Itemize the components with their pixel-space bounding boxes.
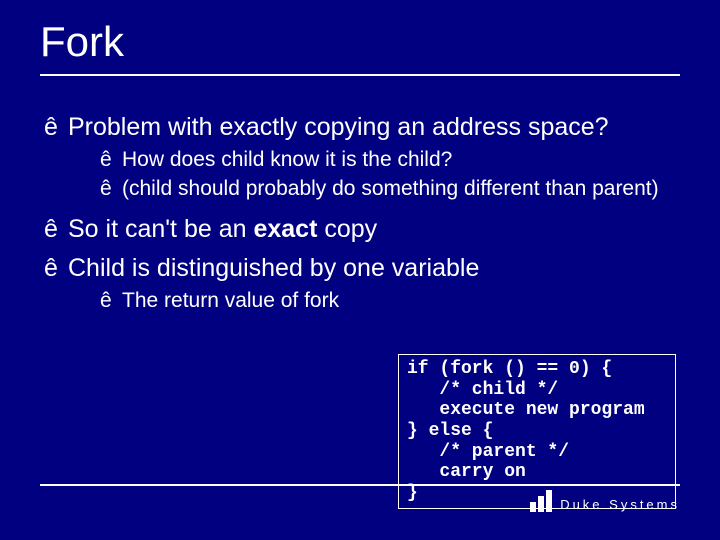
sub-list: How does child know it is the child? (ch… [68,147,680,202]
bullet-problem: Problem with exactly copying an address … [44,112,680,202]
logo-icon [530,490,552,512]
bullet-list: Problem with exactly copying an address … [40,112,680,315]
sub-bullet-text: (child should probably do something diff… [122,177,659,200]
logo-bar [546,490,552,512]
sub-bullet-text: How does child know it is the child? [122,148,452,171]
bullet-text: Problem with exactly copying an address … [68,113,609,141]
sub-bullet: (child should probably do something diff… [100,176,680,202]
sub-bullet-text: The return value of fork [122,289,339,312]
bullet-text-bold: exact [253,215,317,243]
sub-bullet: How does child know it is the child? [100,147,680,173]
footer-brand: Duke Systems [560,497,680,512]
sub-list: The return value of fork [68,288,680,314]
bullet-distinguished: Child is distinguished by one variable T… [44,253,680,315]
logo-bar [530,502,536,512]
bullet-text: Child is distinguished by one variable [68,254,479,282]
slide: Fork Problem with exactly copying an add… [0,0,720,540]
sub-bullet-return-value: The return value of fork [100,288,680,314]
bullet-exact-copy: So it can't be an exact copy [44,214,680,245]
footer: Duke Systems [40,484,680,512]
logo-bar [538,496,544,512]
bullet-text-pre: So it can't be an [68,215,253,243]
slide-title: Fork [40,18,680,76]
bullet-text-post: copy [317,215,377,243]
